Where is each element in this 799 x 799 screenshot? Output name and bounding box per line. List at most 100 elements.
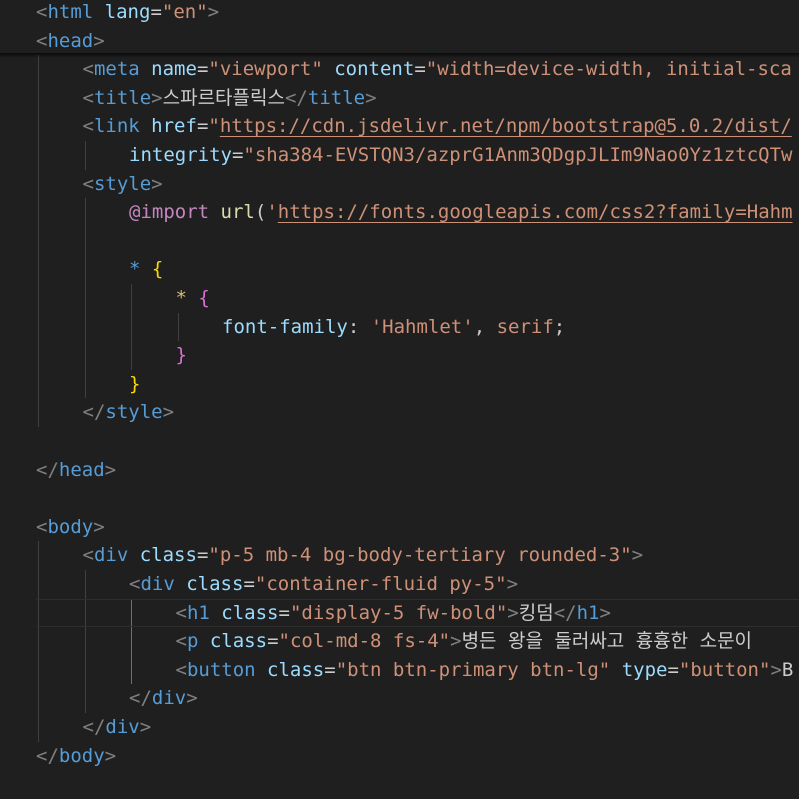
code-token: p xyxy=(186,630,199,653)
code-line[interactable]: <body> xyxy=(36,513,105,542)
code-token: = xyxy=(231,144,244,166)
code-token: integrity xyxy=(129,144,232,166)
code-line[interactable]: <p class="col-md-8 fs-4">병든 왕을 둘러싸고 흉흉한 … xyxy=(176,627,753,656)
code-token: = xyxy=(150,1,162,23)
code-token: : xyxy=(347,315,371,338)
code-token: div xyxy=(105,716,140,738)
code-token: class xyxy=(139,544,197,567)
indent-guide xyxy=(84,141,86,170)
code-token: type xyxy=(621,658,668,681)
code-token: = xyxy=(196,115,209,138)
code-line[interactable]: <link href="https://cdn.jsdelivr.net/npm… xyxy=(83,112,792,141)
code-token: class xyxy=(186,573,244,595)
code-line[interactable]: </style> xyxy=(83,398,175,427)
code-token: html xyxy=(47,1,94,23)
code-token: > xyxy=(186,687,198,710)
code-token: = xyxy=(414,58,426,81)
code-token: < xyxy=(82,544,94,567)
code-line[interactable]: </div> xyxy=(83,713,152,742)
code-line[interactable]: @import url('https://fonts.googleapis.co… xyxy=(129,198,793,227)
code-token: "btn btn-primary btn-lg" xyxy=(335,658,611,681)
code-token: "button" xyxy=(678,658,771,681)
code-line[interactable]: <h1 class="display-5 fw-bold">킹덤</h1> xyxy=(176,599,611,628)
code-line[interactable]: <title>스파르타플릭스</title> xyxy=(83,84,377,113)
code-token: = xyxy=(324,658,336,681)
code-token: </ xyxy=(82,716,106,738)
code-token: < xyxy=(175,630,187,653)
code-line[interactable]: <head> xyxy=(36,27,105,56)
code-token: = xyxy=(278,601,290,624)
code-token: > xyxy=(599,601,611,624)
code-token: < xyxy=(82,58,94,81)
code-line[interactable]: font-family: 'Hahmlet', serif; xyxy=(222,313,565,342)
code-line[interactable]: </div> xyxy=(129,684,198,713)
code-token: title xyxy=(93,86,152,109)
code-token: body xyxy=(47,515,94,538)
code-token: button xyxy=(186,658,256,681)
code-token: > xyxy=(207,1,220,23)
code-token: = xyxy=(196,544,209,567)
code-token: "p-5 mb-4 bg-body-tertiary rounded-3" xyxy=(208,544,632,567)
code-token: url xyxy=(220,201,255,224)
code-token: </ xyxy=(553,601,577,624)
code-line[interactable]: integrity="sha384-EVSTQN3/azprG1Anm3QDgp… xyxy=(129,141,792,170)
code-token: > xyxy=(151,172,163,195)
code-line[interactable]: <div class="container-fluid py-5"> xyxy=(129,570,518,599)
code-token: < xyxy=(175,601,187,624)
code-token: < xyxy=(82,86,94,109)
code-token: < xyxy=(36,1,48,23)
code-token: > xyxy=(162,401,175,424)
code-token: "container-fluid py-5" xyxy=(254,573,507,595)
code-token: "en" xyxy=(161,1,208,23)
code-token: title xyxy=(307,86,366,109)
code-line[interactable]: } xyxy=(129,370,140,399)
code-token: @import xyxy=(129,201,210,224)
code-token: link xyxy=(93,115,140,138)
indent-guide xyxy=(38,55,39,427)
code-token: "display-5 fw-bold" xyxy=(289,601,508,624)
code-token: font-family xyxy=(222,315,348,338)
code-token: < xyxy=(36,515,48,538)
code-token: </ xyxy=(82,401,106,424)
code-line[interactable]: </body> xyxy=(36,742,116,771)
code-token: "col-md-8 fs-4" xyxy=(278,630,451,653)
code-line[interactable]: <meta name="viewport" content="width=dev… xyxy=(83,55,792,84)
code-line[interactable]: } xyxy=(176,341,187,370)
code-line[interactable]: <style> xyxy=(83,170,163,199)
code-token: "sha384-EVSTQN3/azprG1Anm3QDgpJLIm9Nao0Y… xyxy=(243,144,793,166)
code-token: meta xyxy=(93,58,140,81)
code-line[interactable]: <div class="p-5 mb-4 bg-body-tertiary ro… xyxy=(83,541,644,570)
code-token: > xyxy=(770,658,782,681)
code-line[interactable]: <html lang="en"> xyxy=(36,0,219,27)
indent-guide xyxy=(131,284,132,370)
indent-guide xyxy=(177,312,179,342)
code-token: head xyxy=(58,458,105,481)
code-line[interactable]: </head> xyxy=(36,456,116,485)
code-line[interactable]: * { xyxy=(129,255,163,284)
code-token: lang xyxy=(104,1,151,23)
code-token: } xyxy=(129,372,141,395)
indent-guide xyxy=(84,570,86,713)
code-token: 킹덤 xyxy=(518,601,554,624)
code-token: content xyxy=(334,58,415,81)
code-token: </ xyxy=(129,687,152,710)
code-line[interactable]: * { xyxy=(176,284,210,313)
code-token: < xyxy=(129,573,141,595)
code-token: 'Hahmlet' xyxy=(370,315,474,338)
code-editor[interactable]: <html lang="en"> <head> <meta name="viewpo… xyxy=(0,0,799,799)
code-token: > xyxy=(506,573,519,595)
code-token: < xyxy=(82,172,94,195)
code-line[interactable]: <button class="btn btn-primary btn-lg" t… xyxy=(176,656,794,685)
code-token: = xyxy=(243,573,255,595)
code-token: < xyxy=(175,658,187,681)
code-token: > xyxy=(104,744,117,767)
